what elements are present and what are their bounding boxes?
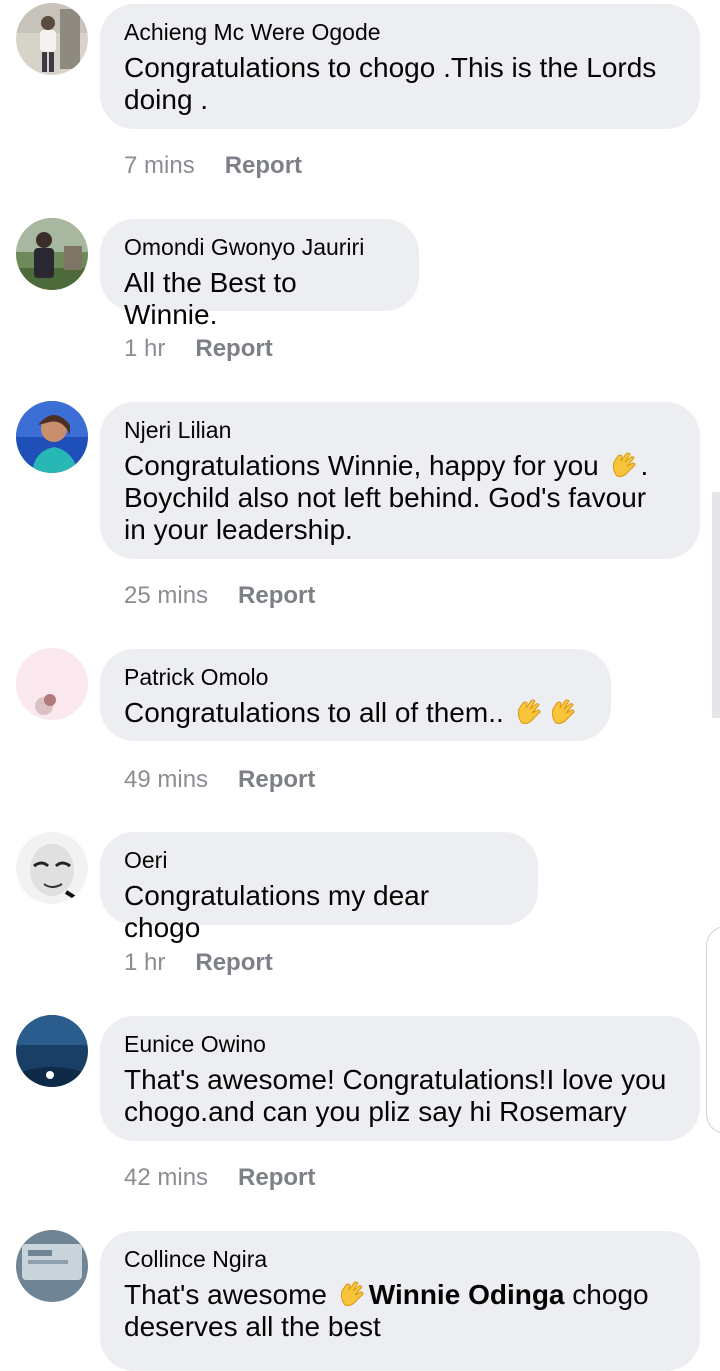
person-outdoor-avatar-icon [16,218,88,290]
avatar[interactable] [16,648,88,720]
comment-bubble: Oeri Congratulations my dear chogo [100,832,538,943]
comment-bubble: Achieng Mc Were Ogode Congratulations to… [100,4,700,129]
comment-meta: 7 mins Report [124,152,302,180]
clapping-hands-icon [612,452,636,477]
avatar[interactable] [16,832,88,904]
comment-time[interactable]: 49 mins [124,766,208,793]
comment-time[interactable]: 7 mins [124,152,195,179]
comment-text: Congratulations to all of them.. [124,697,585,729]
mention-link[interactable]: Winnie Odinga [369,1279,565,1310]
report-button[interactable]: Report [238,582,315,609]
scrollbar[interactable] [712,492,720,718]
comment-meta: 25 mins Report [124,582,315,610]
avatar[interactable] [16,218,88,290]
avatar[interactable] [16,401,88,473]
avatar[interactable] [16,3,88,75]
avatar[interactable] [16,1230,88,1302]
grey-card-avatar-icon [16,1230,88,1302]
comment-bubble: Collince Ngira That's awesome Winnie Odi… [100,1231,700,1371]
comment-bubble: Omondi Gwonyo Jauriri All the Best to Wi… [100,219,419,330]
comment-author[interactable]: Omondi Gwonyo Jauriri [124,233,393,261]
comment-time[interactable]: 42 mins [124,1164,208,1191]
comment-bubble: Eunice Owino That's awesome! Congratulat… [100,1016,700,1141]
comment-bubble: Njeri Lilian Congratulations Winnie, hap… [100,402,700,559]
comment-text: Congratulations Winnie, happy for you . … [124,450,674,546]
comment-bubble: Patrick Omolo Congratulations to all of … [100,649,611,741]
comment-author[interactable]: Collince Ngira [124,1245,674,1273]
comment-time[interactable]: 1 hr [124,335,165,362]
comment-author[interactable]: Achieng Mc Were Ogode [124,18,674,46]
edge-panel [706,926,720,1134]
avatar[interactable] [16,1015,88,1087]
comment-author[interactable]: Patrick Omolo [124,663,585,691]
comment-text-part: Congratulations Winnie, happy for you [124,450,607,481]
sketch-face-avatar-icon [16,832,88,904]
comment-meta: 1 hr Report [124,949,273,977]
comment-meta: 49 mins Report [124,766,315,794]
comment-text: Congratulations my dear chogo [124,880,430,943]
clapping-hands-icon [551,699,575,724]
comment-author[interactable]: Njeri Lilian [124,416,674,444]
comment-text: Congratulations to chogo .This is the Lo… [124,52,657,115]
comment-text: That's awesome! Congratulations!I love y… [124,1064,667,1127]
comment-text-part: That's awesome [124,1279,335,1310]
woman-portrait-avatar-icon [16,401,88,473]
comment-text: That's awesome Winnie Odinga chogo deser… [124,1279,674,1343]
comment-text-part: Congratulations to all of them.. [124,697,512,728]
clapping-hands-icon [517,699,541,724]
comment-author[interactable]: Eunice Owino [124,1030,674,1058]
comment-text: All the Best to Winnie. [124,267,297,330]
report-button[interactable]: Report [195,949,272,976]
person-photo-avatar-icon [16,3,88,75]
comment-time[interactable]: 1 hr [124,949,165,976]
pink-avatar-icon [16,648,88,720]
comment-meta: 1 hr Report [124,335,273,363]
comment-meta: 42 mins Report [124,1164,315,1192]
comment-author[interactable]: Oeri [124,846,512,874]
report-button[interactable]: Report [238,1164,315,1191]
clapping-hands-icon [340,1281,364,1306]
blue-night-avatar-icon [16,1015,88,1087]
report-button[interactable]: Report [225,152,302,179]
comment-time[interactable]: 25 mins [124,582,208,609]
report-button[interactable]: Report [195,335,272,362]
report-button[interactable]: Report [238,766,315,793]
